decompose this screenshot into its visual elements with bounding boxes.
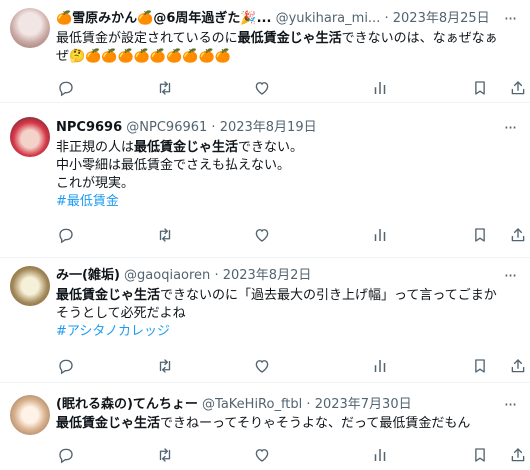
tweet-text-segment: これが現実。 bbox=[56, 176, 135, 191]
reply-icon[interactable] bbox=[56, 225, 76, 245]
tweet-actions bbox=[56, 225, 525, 245]
tweet-text-segment: できないのは、なぁぜなぁ bbox=[341, 31, 498, 46]
tweet-header: み一(雑垢) @gaoqiaoren · 2023年8月2日 bbox=[56, 266, 522, 286]
tweet-text-segment: 中小零細は最低賃金でさえも払えない。 bbox=[56, 158, 291, 173]
tweet-text-bold: 最低賃金じゃ生活 bbox=[56, 288, 161, 303]
handle[interactable]: @NPC96961 bbox=[126, 120, 207, 135]
bookmark-icon[interactable] bbox=[470, 356, 490, 376]
hashtag-link[interactable]: #最低賃金 bbox=[56, 194, 119, 209]
tweet-actions bbox=[56, 445, 525, 465]
like-icon[interactable] bbox=[252, 445, 272, 465]
tweet-text-bold: 最低賃金じゃ生活 bbox=[56, 416, 161, 431]
tweet-text-segment: 非正規の人は bbox=[56, 140, 135, 155]
reply-icon[interactable] bbox=[56, 445, 76, 465]
more-options-icon[interactable]: ··· bbox=[500, 118, 520, 138]
bookmark-icon[interactable] bbox=[470, 78, 490, 98]
tweet-3[interactable]: み一(雑垢) @gaoqiaoren · 2023年8月2日 ··· 最低賃金じ… bbox=[0, 258, 530, 383]
bookmark-icon[interactable] bbox=[470, 225, 490, 245]
tweet-text-bold: 最低賃金じゃ生活 bbox=[134, 140, 239, 155]
tweet-date[interactable]: 2023年8月19日 bbox=[220, 120, 317, 135]
tweet-date[interactable]: 2023年8月25日 bbox=[393, 11, 490, 26]
avatar[interactable] bbox=[10, 395, 50, 435]
handle[interactable]: @yukihara_mi... bbox=[276, 11, 381, 26]
avatar[interactable] bbox=[10, 8, 50, 48]
retweet-icon[interactable] bbox=[155, 356, 175, 376]
tweet-text-segment: できないのに「過去最大の引き上げ幅」って言ってごまか bbox=[160, 288, 497, 303]
tweet-text: 非正規の人は最低賃金じゃ生活できない。 中小零細は最低賃金でさえも払えない。 こ… bbox=[56, 139, 518, 211]
tweet-header: NPC9696 @NPC96961 · 2023年8月19日 bbox=[56, 118, 522, 138]
tweet-text-segment: できねーってそりゃそうよな、だって最低賃金だもん bbox=[160, 416, 471, 431]
tweet-line: 中小零細は最低賃金でさえも払えない。 bbox=[56, 157, 518, 175]
tweet-4[interactable]: (眠れる森の)てんちょー @TaKeHiRo_ftbl · 2023年7月30日… bbox=[0, 383, 530, 470]
tweet-actions bbox=[56, 356, 525, 376]
tweet-2[interactable]: NPC9696 @NPC96961 · 2023年8月19日 ··· 非正規の人… bbox=[0, 103, 530, 258]
more-options-icon[interactable]: ··· bbox=[500, 9, 520, 29]
display-name[interactable]: 🍊雪原みかん🍊@6周年過ぎた🎉... bbox=[56, 11, 271, 26]
tweet-text: 最低賃金じゃ生活できねーってそりゃそうよな、だって最低賃金だもん bbox=[56, 415, 518, 433]
more-options-icon[interactable]: ··· bbox=[500, 266, 520, 286]
tweet-line: これが現実。 bbox=[56, 175, 518, 193]
tweet-date[interactable]: 2023年8月2日 bbox=[223, 268, 312, 283]
reply-icon[interactable] bbox=[56, 78, 76, 98]
tweet-header: (眠れる森の)てんちょー @TaKeHiRo_ftbl · 2023年7月30日 bbox=[56, 395, 522, 415]
separator-dot: · bbox=[384, 11, 389, 26]
tweet-line: そうとして必死だよね bbox=[56, 305, 518, 323]
tweet-text-segment: 最低賃金が設定されているのに bbox=[56, 31, 238, 46]
tweet-text: 最低賃金じゃ生活できないのに「過去最大の引き上げ幅」って言ってごまか そうとして… bbox=[56, 287, 518, 341]
tweet-date[interactable]: 2023年7月30日 bbox=[315, 397, 412, 412]
display-name[interactable]: (眠れる森の)てんちょー bbox=[56, 397, 198, 412]
tweet-line: ぜ🤔🍊🍊🍊🍊🍊🍊🍊🍊🍊 bbox=[56, 48, 518, 66]
tweet-text-segment: できない。 bbox=[238, 140, 304, 155]
tweet-actions bbox=[56, 78, 525, 98]
tweet-line: 最低賃金じゃ生活できないのに「過去最大の引き上げ幅」って言ってごまか bbox=[56, 287, 518, 305]
share-icon[interactable] bbox=[508, 445, 528, 465]
tweet-text: 最低賃金が設定されているのに最低賃金じゃ生活できないのは、なぁぜなぁ ぜ🤔🍊🍊🍊… bbox=[56, 30, 518, 66]
separator-dot: · bbox=[211, 120, 216, 135]
share-icon[interactable] bbox=[508, 225, 528, 245]
retweet-icon[interactable] bbox=[155, 225, 175, 245]
share-icon[interactable] bbox=[508, 356, 528, 376]
tweet-line: 最低賃金じゃ生活できねーってそりゃそうよな、だって最低賃金だもん bbox=[56, 415, 518, 433]
like-icon[interactable] bbox=[252, 356, 272, 376]
tweet-text-bold: 最低賃金じゃ生活 bbox=[237, 31, 342, 46]
retweet-icon[interactable] bbox=[155, 78, 175, 98]
bookmark-icon[interactable] bbox=[470, 445, 490, 465]
avatar[interactable] bbox=[10, 117, 50, 157]
handle[interactable]: @gaoqiaoren bbox=[124, 268, 210, 283]
hashtag-link[interactable]: #アシタノカレッジ bbox=[56, 324, 170, 339]
tweet-text-segment: ぜ🤔🍊🍊🍊🍊🍊🍊🍊🍊🍊 bbox=[56, 49, 231, 64]
views-icon[interactable] bbox=[370, 356, 390, 376]
tweet-line: 最低賃金が設定されているのに最低賃金じゃ生活できないのは、なぁぜなぁ bbox=[56, 30, 518, 48]
display-name[interactable]: NPC9696 bbox=[56, 120, 122, 135]
more-options-icon[interactable]: ··· bbox=[500, 395, 520, 415]
tweet-header: 🍊雪原みかん🍊@6周年過ぎた🎉... @yukihara_mi... · 202… bbox=[56, 9, 522, 29]
separator-dot: · bbox=[214, 268, 219, 283]
tweet-line: 非正規の人は最低賃金じゃ生活できない。 bbox=[56, 139, 518, 157]
reply-icon[interactable] bbox=[56, 356, 76, 376]
views-icon[interactable] bbox=[370, 445, 390, 465]
share-icon[interactable] bbox=[508, 78, 528, 98]
tweet-line: #最低賃金 bbox=[56, 193, 518, 211]
separator-dot: · bbox=[306, 397, 311, 412]
tweet-line: #アシタノカレッジ bbox=[56, 323, 518, 341]
like-icon[interactable] bbox=[252, 78, 272, 98]
views-icon[interactable] bbox=[370, 225, 390, 245]
views-icon[interactable] bbox=[370, 78, 390, 98]
display-name[interactable]: み一(雑垢) bbox=[56, 268, 120, 283]
like-icon[interactable] bbox=[252, 225, 272, 245]
retweet-icon[interactable] bbox=[155, 445, 175, 465]
tweet-text-segment: そうとして必死だよね bbox=[56, 306, 186, 321]
avatar[interactable] bbox=[10, 266, 50, 306]
handle[interactable]: @TaKeHiRo_ftbl bbox=[202, 397, 302, 412]
tweet-1[interactable]: 🍊雪原みかん🍊@6周年過ぎた🎉... @yukihara_mi... · 202… bbox=[0, 0, 530, 103]
